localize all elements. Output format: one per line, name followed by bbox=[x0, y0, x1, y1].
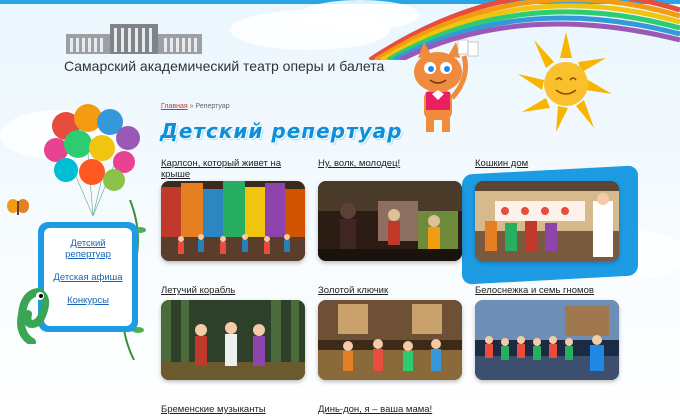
breadcrumb: Главная » Репертуар bbox=[161, 103, 230, 110]
children-nav-panel: Детский репертуар Детская афиша Конкурсы bbox=[38, 222, 138, 332]
card-title-belosnezhka[interactable]: Белоснежка и семь гномов bbox=[475, 285, 625, 296]
page-title: Детский репертуар bbox=[160, 119, 403, 143]
card-title-karlson[interactable]: Карлсон, который живет на крыше bbox=[161, 158, 291, 180]
card-image-letuchiy-korabl[interactable] bbox=[161, 300, 305, 380]
site-title[interactable]: Самарский академический театр оперы и ба… bbox=[64, 58, 384, 74]
sun-decoration bbox=[518, 32, 612, 132]
theatre-building-logo[interactable] bbox=[66, 24, 202, 56]
card-image-karlson[interactable] bbox=[161, 181, 305, 261]
card-image-belosnezhka[interactable] bbox=[475, 300, 619, 380]
cat-character-image bbox=[414, 39, 479, 132]
breadcrumb-current: Репертуар bbox=[195, 103, 230, 110]
nav-item-contests[interactable]: Конкурсы bbox=[48, 295, 128, 306]
card-image-nu-volk[interactable] bbox=[318, 181, 462, 261]
card-title-nu-volk[interactable]: Ну, волк, молодец! bbox=[318, 158, 458, 169]
card-image-zolotoy-klyuchik[interactable] bbox=[318, 300, 462, 380]
chameleon-icon bbox=[17, 287, 50, 344]
card-title-koshkin-dom[interactable]: Кошкин дом bbox=[475, 158, 615, 169]
card-title-zolotoy-klyuchik[interactable]: Золотой ключик bbox=[318, 285, 458, 296]
card-title-letuchiy-korabl[interactable]: Летучий корабль bbox=[161, 285, 301, 296]
card-title-bremenskie[interactable]: Бременские музыканты bbox=[161, 404, 301, 415]
card-title-din-don[interactable]: Динь-дон, я – ваша мама! bbox=[318, 404, 468, 415]
breadcrumb-separator: » bbox=[189, 103, 194, 110]
card-image-koshkin-dom[interactable] bbox=[475, 181, 619, 261]
nav-item-children-playbill[interactable]: Детская афиша bbox=[48, 272, 128, 283]
nav-item-children-repertoire[interactable]: Детский репертуар bbox=[48, 238, 128, 260]
children-nav-menu: Детский репертуар Детская афиша Конкурсы bbox=[44, 228, 132, 326]
breadcrumb-home-link[interactable]: Главная bbox=[161, 103, 188, 110]
butterfly-icon bbox=[7, 199, 29, 215]
